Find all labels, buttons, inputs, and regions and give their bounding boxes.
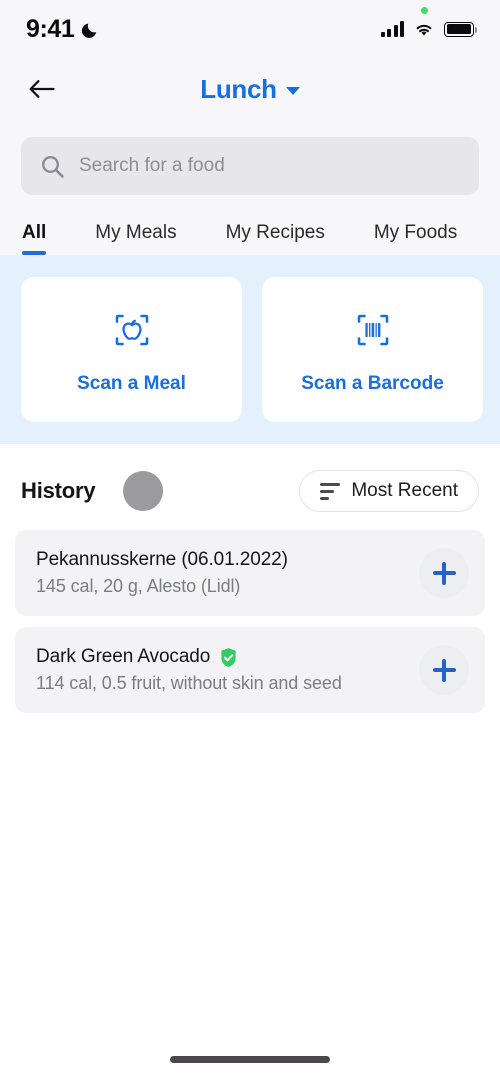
back-button[interactable] [22, 70, 60, 108]
plus-icon [432, 658, 456, 682]
tab-all-label: All [22, 222, 47, 243]
verified-shield-icon [219, 647, 238, 668]
scan-carousel[interactable]: Scan a Meal Scan a Barcode [21, 277, 500, 422]
tab-my-recipes-label: My Recipes [225, 222, 325, 243]
tab-my-recipes[interactable]: My Recipes [226, 222, 325, 255]
list-item-subtitle: 145 cal, 20 g, Alesto (Lidl) [36, 576, 241, 596]
tab-my-foods-label: My Foods [373, 222, 458, 243]
search-bar[interactable] [21, 137, 479, 195]
list-item-title-row: Dark Green Avocado [36, 646, 419, 668]
tab-my-foods[interactable]: My Foods [374, 222, 457, 255]
search-section [0, 120, 500, 195]
list-item-title: Pekannusskerne (06.01.2022) [36, 549, 288, 570]
add-food-button[interactable] [419, 645, 469, 695]
plus-icon [432, 561, 456, 585]
status-bar-left: 9:41 [26, 15, 100, 44]
scan-a-barcode-label: Scan a Barcode [301, 372, 444, 394]
scan-section: Scan a Meal Scan a Barcode [0, 255, 500, 444]
list-item[interactable]: Pekannusskerne (06.01.2022) 145 cal, 20 … [15, 530, 485, 616]
list-item[interactable]: Dark Green Avocado 114 cal, 0.5 fruit, w… [15, 627, 485, 713]
status-bar-right [380, 7, 478, 37]
tab-bar: All My Meals My Recipes My Foods [0, 195, 500, 255]
tab-active-underline [22, 251, 47, 255]
history-list: Pekannusskerne (06.01.2022) 145 cal, 20 … [0, 530, 500, 713]
green-recording-dot [421, 7, 428, 14]
list-item-text: Pekannusskerne (06.01.2022) 145 cal, 20 … [36, 549, 419, 597]
moon-icon [81, 20, 100, 39]
scan-a-meal-card[interactable]: Scan a Meal [21, 277, 242, 422]
add-food-button[interactable] [419, 548, 469, 598]
barcode-scan-icon [347, 305, 399, 355]
app-header: Lunch [0, 58, 500, 120]
tab-all[interactable]: All [22, 222, 47, 255]
sort-button[interactable]: Most Recent [299, 470, 479, 512]
tab-my-meals-label: My Meals [95, 222, 177, 243]
tab-my-meals[interactable]: My Meals [95, 222, 176, 255]
status-bar: 9:41 [0, 0, 500, 58]
home-indicator-bar [170, 1056, 330, 1063]
list-item-title-row: Pekannusskerne (06.01.2022) [36, 549, 419, 571]
wifi-icon [413, 21, 435, 37]
sort-button-label: Most Recent [351, 480, 458, 501]
search-input[interactable] [79, 155, 460, 177]
list-item-text: Dark Green Avocado 114 cal, 0.5 fruit, w… [36, 646, 419, 694]
chevron-down-icon [285, 87, 300, 95]
history-title: History [21, 478, 96, 503]
gray-circle-placeholder [123, 471, 164, 511]
page-title: Lunch [200, 73, 277, 104]
list-item-subtitle: 114 cal, 0.5 fruit, without skin and see… [36, 673, 342, 693]
scan-a-barcode-card[interactable]: Scan a Barcode [262, 277, 483, 422]
cellular-signal-icon [380, 21, 404, 37]
search-icon [40, 154, 65, 179]
app-screen: 9:41 Lunch Search for a food All My Meal… [0, 0, 500, 1080]
list-item-title: Dark Green Avocado [36, 646, 211, 667]
status-bar-clock: 9:41 [26, 14, 75, 43]
header-title-area: Lunch [0, 58, 500, 120]
sort-lines-icon [320, 482, 341, 500]
scan-a-meal-label: Scan a Meal [77, 372, 186, 394]
history-header: History Most Recent [0, 444, 500, 530]
meal-selector-button[interactable]: Lunch [200, 74, 300, 105]
apple-scan-icon [106, 305, 158, 355]
battery-full-icon [444, 21, 478, 37]
